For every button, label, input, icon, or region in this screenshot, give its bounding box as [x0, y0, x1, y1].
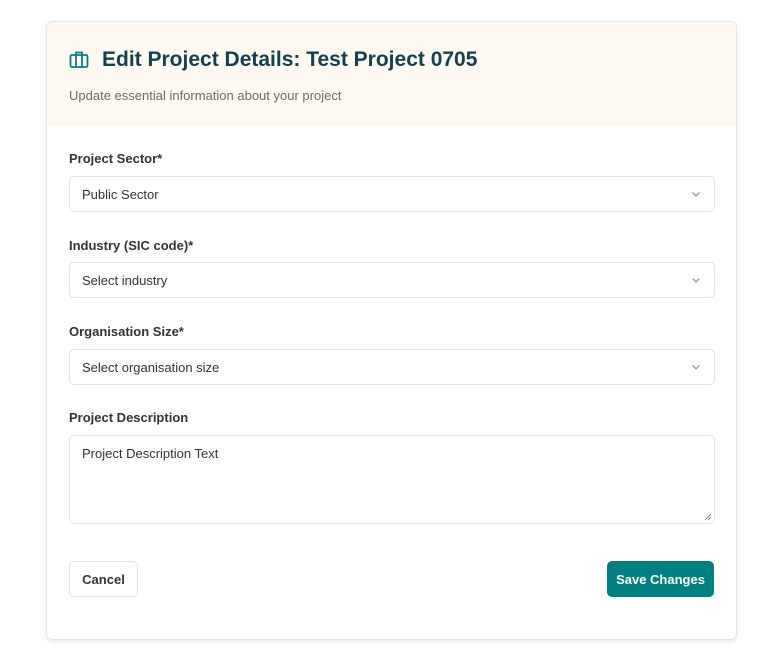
project-description-label: Project Description [69, 410, 189, 425]
project-description-textarea[interactable]: Project Description Text [69, 435, 715, 524]
save-changes-button[interactable]: Save Changes [607, 561, 714, 597]
project-sector-select[interactable]: Public Sector [69, 176, 715, 212]
page-title: Edit Project Details: Test Project 0705 [102, 48, 478, 71]
organisation-size-value: Select organisation size [82, 360, 220, 375]
briefcase-icon [69, 51, 89, 68]
industry-label: Industry (SIC code)* [69, 238, 194, 253]
project-sector-label: Project Sector* [69, 151, 163, 166]
chevron-down-icon [692, 192, 700, 197]
project-description-value: Project Description Text [82, 446, 219, 461]
card-header: Edit Project Details: Test Project 0705 … [47, 22, 736, 126]
project-sector-value: Public Sector [82, 187, 159, 202]
title-row: Edit Project Details: Test Project 0705 [69, 48, 477, 72]
resize-grip-icon[interactable] [704, 513, 712, 521]
organisation-size-label: Organisation Size* [69, 324, 184, 339]
chevron-down-icon [692, 278, 700, 283]
industry-select[interactable]: Select industry [69, 262, 715, 298]
chevron-down-icon [692, 365, 700, 370]
edit-project-card: Edit Project Details: Test Project 0705 … [46, 21, 737, 640]
page-subtitle: Update essential information about your … [69, 88, 342, 103]
industry-value: Select industry [82, 273, 168, 288]
organisation-size-select[interactable]: Select organisation size [69, 349, 715, 385]
cancel-button[interactable]: Cancel [69, 561, 138, 597]
